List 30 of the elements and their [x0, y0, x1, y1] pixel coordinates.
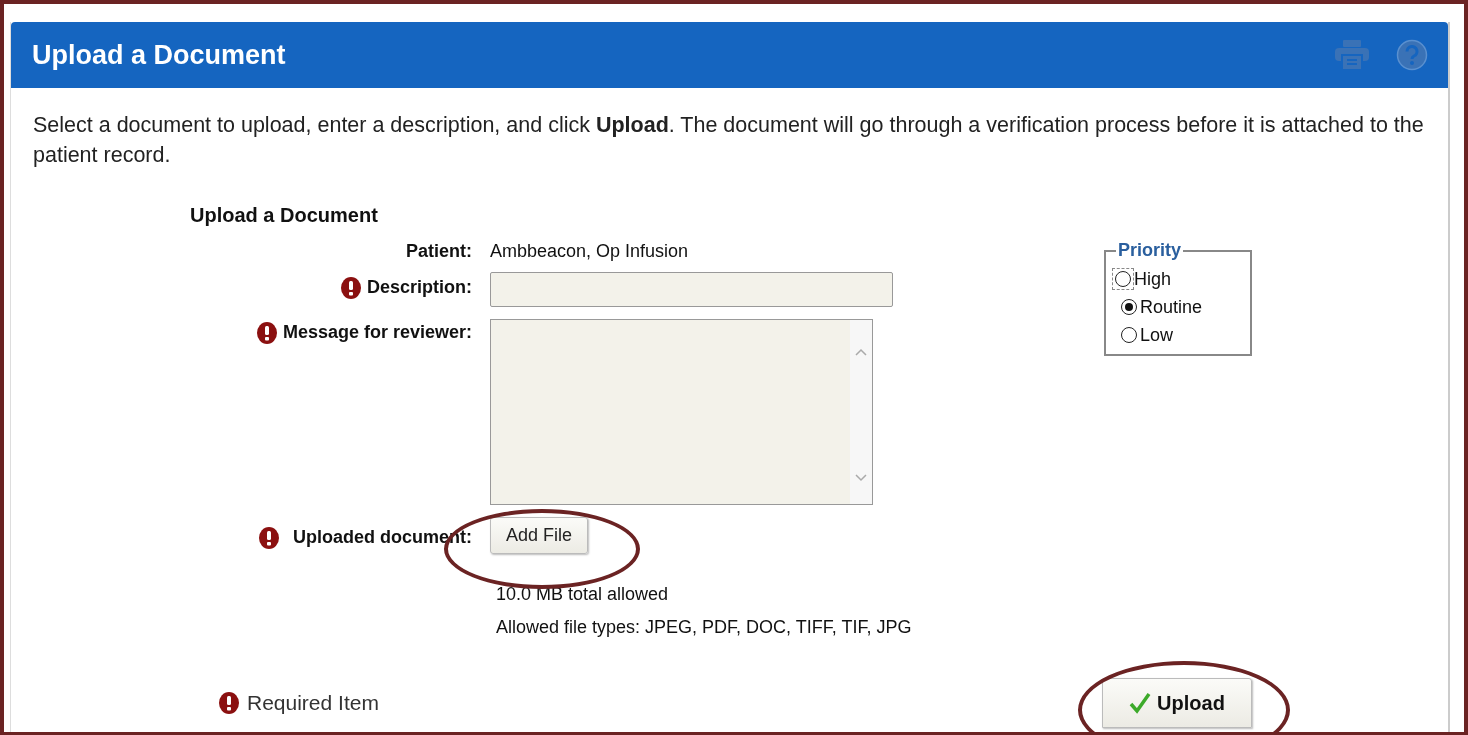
radio-label[interactable]: Routine: [1140, 296, 1203, 318]
instructions-text: Select a document to upload, enter a description, and click Upload. The document will go through a verification process before it is attached to the patient record.: [33, 112, 1425, 169]
radio-button[interactable]: [1115, 271, 1131, 287]
radio-label[interactable]: High: [1134, 268, 1172, 290]
required-icon: [341, 277, 361, 299]
message-field[interactable]: [490, 319, 873, 505]
file-note: Allowed file types: JPEG, PDF, DOC, TIFF, TIF, JPG: [496, 616, 912, 639]
help-icon[interactable]: [1396, 39, 1428, 71]
field-label: Message for reviewer:: [282, 322, 472, 343]
required-icon: [259, 527, 279, 549]
scroll-up-icon[interactable]: [855, 348, 867, 356]
upload-button[interactable]: Upload: [1102, 678, 1252, 728]
priority-legend: Priority: [1116, 240, 1184, 261]
scroll-down-icon[interactable]: [855, 474, 867, 482]
form-heading: Upload a Document: [190, 204, 379, 227]
panel-title: Upload a Document: [32, 39, 286, 71]
required-icon: [219, 692, 239, 714]
print-icon[interactable]: [1334, 39, 1370, 71]
radio-button[interactable]: [1121, 299, 1137, 315]
checkmark-icon: [1129, 692, 1152, 714]
field-label: Patient:: [406, 241, 472, 262]
field-label: Description:: [367, 277, 472, 298]
add-file-button[interactable]: Add File: [490, 517, 588, 554]
radio-button[interactable]: [1121, 327, 1137, 343]
patient-name: Ambbeacon, Op Infusion: [490, 241, 689, 262]
radio-label[interactable]: Low: [1140, 324, 1174, 346]
required-icon: [256, 322, 277, 344]
scrollbar[interactable]: [850, 320, 872, 504]
description-field[interactable]: [490, 272, 893, 307]
required-legend: Required Item: [247, 691, 379, 715]
